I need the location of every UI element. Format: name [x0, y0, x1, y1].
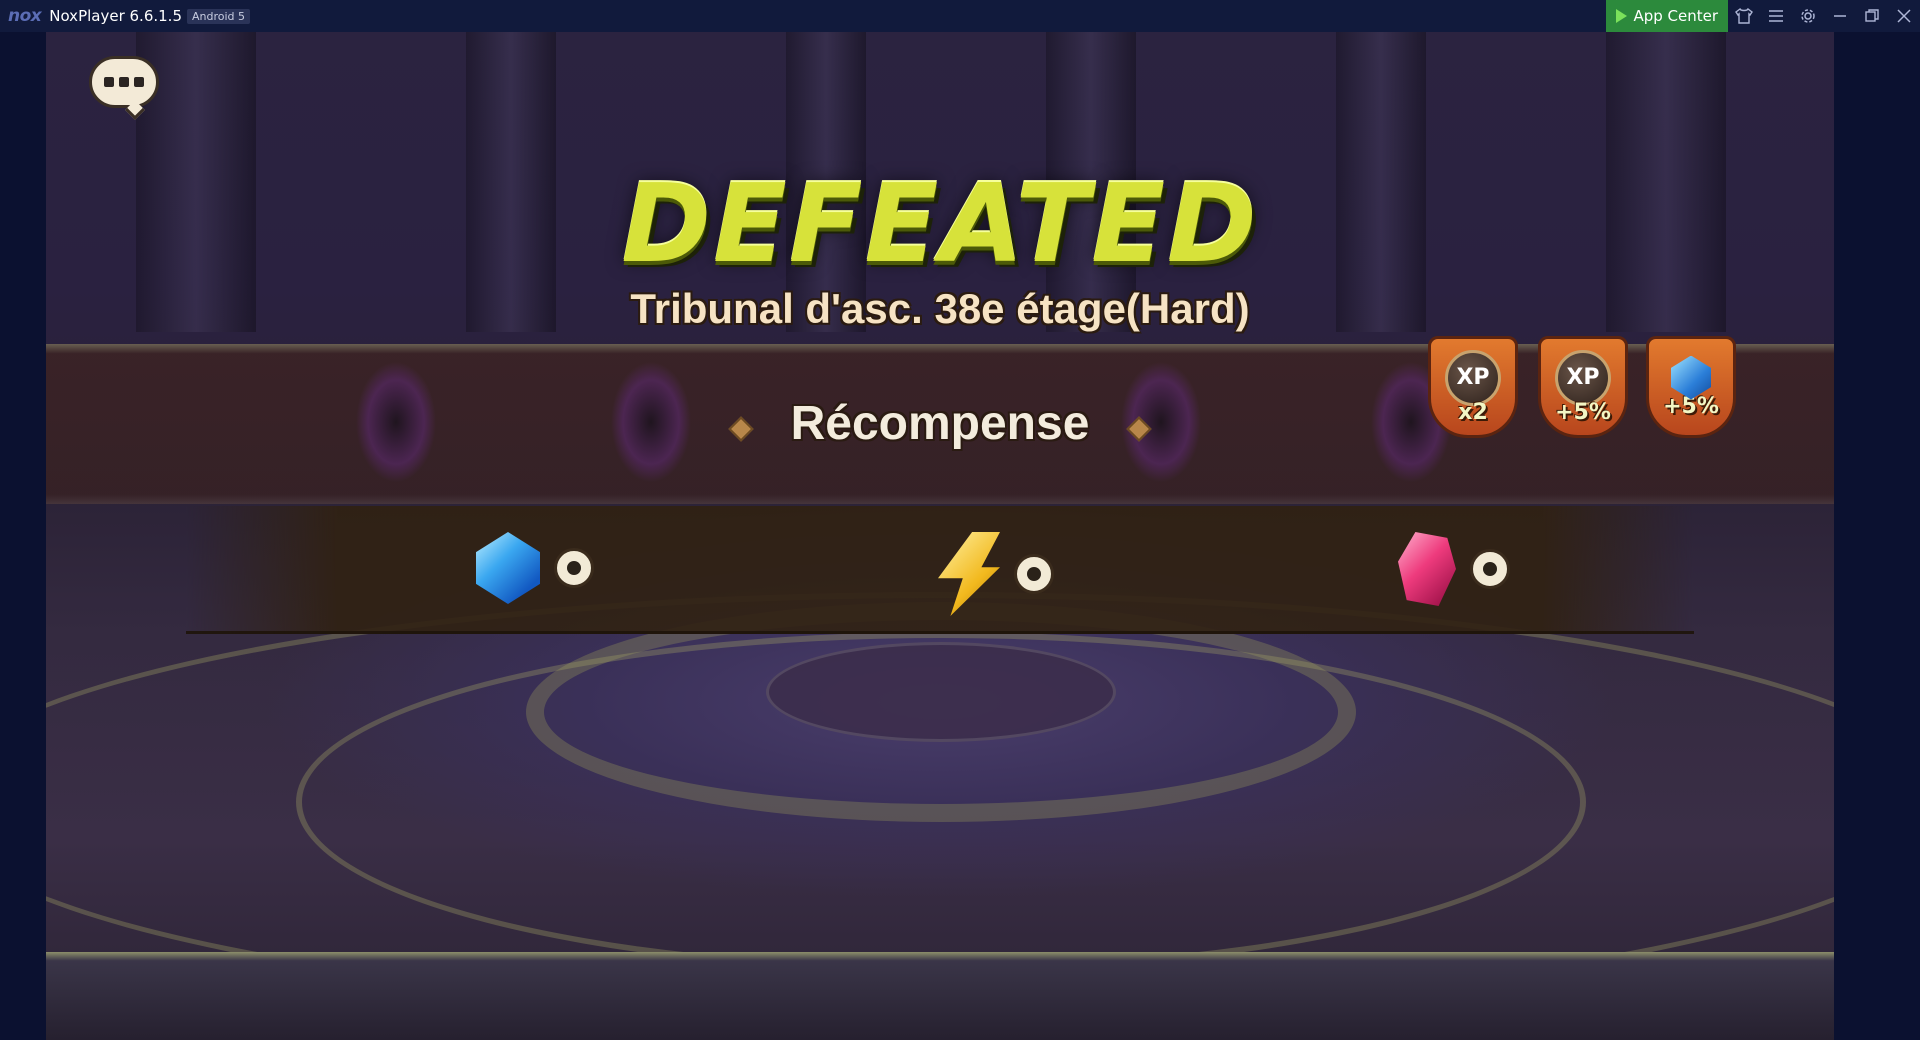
- stage-name: Tribunal d'asc. 38e étage(Hard): [630, 285, 1250, 332]
- chat-dot: [134, 77, 144, 87]
- reward-count-indicator: [554, 548, 594, 588]
- game-viewport[interactable]: DEFEATED Tribunal d'asc. 38e étage(Hard)…: [46, 32, 1834, 1040]
- chat-dot: [119, 77, 129, 87]
- gear-icon[interactable]: [1792, 0, 1824, 32]
- reward-item-crystal[interactable]: [476, 532, 594, 604]
- emulator-right-frame: [1834, 32, 1920, 1040]
- bonus-badge-xp-x2[interactable]: XP x2: [1428, 336, 1518, 438]
- floor-center: [766, 642, 1116, 742]
- bonus-badge-xp-5[interactable]: XP +5%: [1538, 336, 1628, 438]
- rewards-row: [186, 506, 1694, 634]
- pink-crystal-icon: [1398, 532, 1456, 606]
- battle-result-title: DEFEATED: [621, 162, 1259, 287]
- play-store-icon: [1616, 9, 1628, 23]
- app-center-label: App Center: [1633, 7, 1718, 25]
- xp-icon: XP: [1555, 349, 1611, 406]
- chat-dot: [104, 77, 114, 87]
- emulator-title-bar: nox NoxPlayer 6.6.1.5 Android 5 App Cent…: [0, 0, 1920, 32]
- shirt-icon[interactable]: [1728, 0, 1760, 32]
- nox-logo: nox: [8, 6, 42, 26]
- reward-item-energy[interactable]: [938, 532, 1054, 616]
- bonus-badge-crystal-5[interactable]: +5%: [1646, 336, 1736, 438]
- menu-icon[interactable]: [1760, 0, 1792, 32]
- app-center-button[interactable]: App Center: [1606, 0, 1728, 32]
- minimize-icon[interactable]: [1824, 0, 1856, 32]
- blue-crystal-icon: [476, 532, 540, 604]
- bottom-bar: [46, 952, 1834, 1040]
- android-version-badge: Android 5: [187, 8, 251, 24]
- xp-icon: XP: [1445, 349, 1501, 406]
- bonus-value: x2: [1458, 399, 1488, 425]
- reward-count-indicator: [1470, 549, 1510, 589]
- reward-item-rune[interactable]: [1398, 532, 1510, 606]
- restore-icon[interactable]: [1856, 0, 1888, 32]
- app-title: NoxPlayer 6.6.1.5: [49, 7, 182, 25]
- chat-button[interactable]: [89, 56, 159, 120]
- bonus-value: +5%: [1555, 399, 1611, 425]
- close-icon[interactable]: [1888, 0, 1920, 32]
- energy-bolt-icon: [938, 532, 1000, 616]
- reward-count-indicator: [1014, 554, 1054, 594]
- emulator-left-frame: [0, 32, 46, 1040]
